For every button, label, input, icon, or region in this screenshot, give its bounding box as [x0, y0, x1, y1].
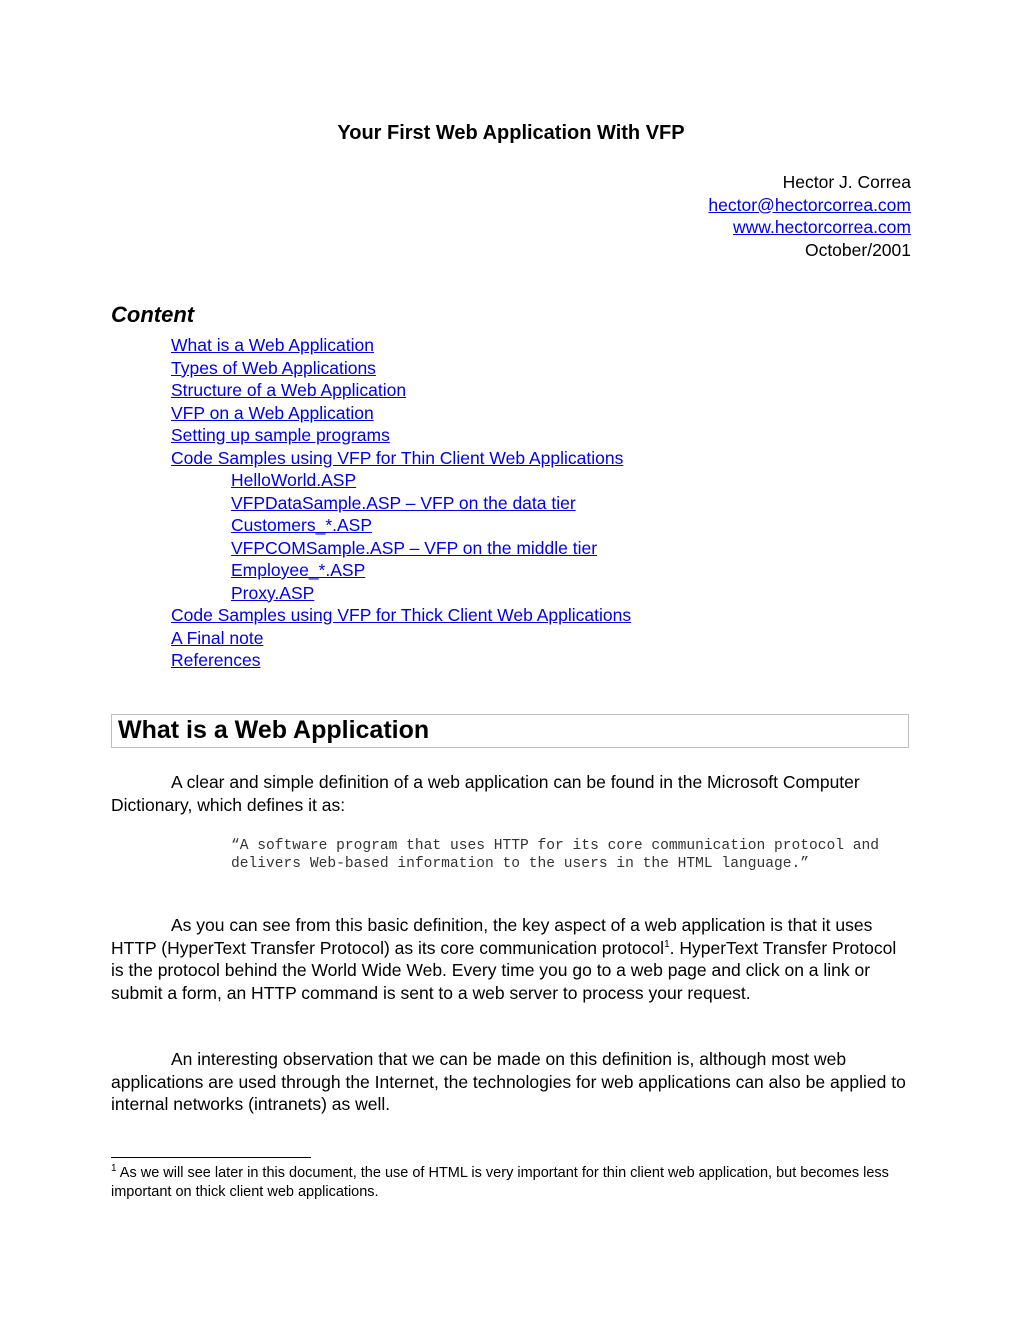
author-name: Hector J. Correa	[782, 172, 911, 192]
toc-subitem: Employee_*.ASP	[171, 559, 631, 582]
toc-subitem: HelloWorld.ASP	[171, 469, 631, 492]
toc-item: VFP on a Web Application	[171, 402, 631, 425]
toc-link-employee[interactable]: Employee_*.ASP	[231, 560, 365, 580]
toc-link-setup[interactable]: Setting up sample programs	[171, 425, 390, 445]
author-website-link[interactable]: www.hectorcorrea.com	[733, 217, 911, 237]
toc-link-customers[interactable]: Customers_*.ASP	[231, 515, 372, 535]
toc-link-types[interactable]: Types of Web Applications	[171, 358, 376, 378]
toc-item: Types of Web Applications	[171, 357, 631, 380]
toc-item: What is a Web Application	[171, 334, 631, 357]
toc-item: Setting up sample programs	[171, 424, 631, 447]
definition-quote: “A software program that uses HTTP for i…	[231, 838, 880, 872]
toc-item: Structure of a Web Application	[171, 379, 631, 402]
author-email-link[interactable]: hector@hectorcorrea.com	[708, 195, 911, 215]
footnote-separator	[111, 1157, 311, 1158]
toc-item: Code Samples using VFP for Thin Client W…	[171, 447, 631, 470]
toc-link-thick-client[interactable]: Code Samples using VFP for Thick Client …	[171, 605, 631, 625]
document-date: October/2001	[804, 239, 911, 260]
content-heading: Content	[111, 302, 195, 327]
toc-subitem: Proxy.ASP	[171, 582, 631, 605]
toc-link-what-is-web-app[interactable]: What is a Web Application	[171, 335, 374, 355]
section-heading: What is a Web Application	[118, 716, 430, 744]
toc-subitem: VFPCOMSample.ASP – VFP on the middle tie…	[171, 537, 631, 560]
toc-link-vfpcomsample[interactable]: VFPCOMSample.ASP – VFP on the middle tie…	[231, 538, 597, 558]
toc-item: References	[171, 649, 631, 672]
toc-item: Code Samples using VFP for Thick Client …	[171, 604, 631, 627]
toc-link-proxy[interactable]: Proxy.ASP	[231, 583, 314, 603]
footnote: 1 As we will see later in this document,…	[111, 1163, 889, 1200]
section-heading-box: What is a Web Application	[111, 714, 909, 748]
toc-link-final-note[interactable]: A Final note	[171, 628, 263, 648]
toc-subitem: VFPDataSample.ASP – VFP on the data tier	[171, 492, 631, 515]
document-title: Your First Web Application With VFP	[337, 122, 685, 144]
toc-subitem: Customers_*.ASP	[171, 514, 631, 537]
paragraph-3: An interesting observation that we can b…	[111, 1049, 906, 1114]
table-of-contents: What is a Web Application Types of Web A…	[171, 334, 631, 672]
toc-link-helloworld[interactable]: HelloWorld.ASP	[231, 470, 356, 490]
toc-item: A Final note	[171, 627, 631, 650]
toc-link-vfpdatasample[interactable]: VFPDataSample.ASP – VFP on the data tier	[231, 493, 576, 513]
toc-link-references[interactable]: References	[171, 650, 261, 670]
paragraph-2: As you can see from this basic definitio…	[111, 915, 897, 1003]
toc-link-structure[interactable]: Structure of a Web Application	[171, 380, 406, 400]
paragraph-1: A clear and simple definition of a web a…	[111, 772, 860, 815]
author-block: Hector J. Correa hector@hectorcorrea.com…	[708, 171, 911, 261]
toc-link-thin-client[interactable]: Code Samples using VFP for Thin Client W…	[171, 448, 623, 468]
toc-link-vfp-on-web[interactable]: VFP on a Web Application	[171, 403, 374, 423]
